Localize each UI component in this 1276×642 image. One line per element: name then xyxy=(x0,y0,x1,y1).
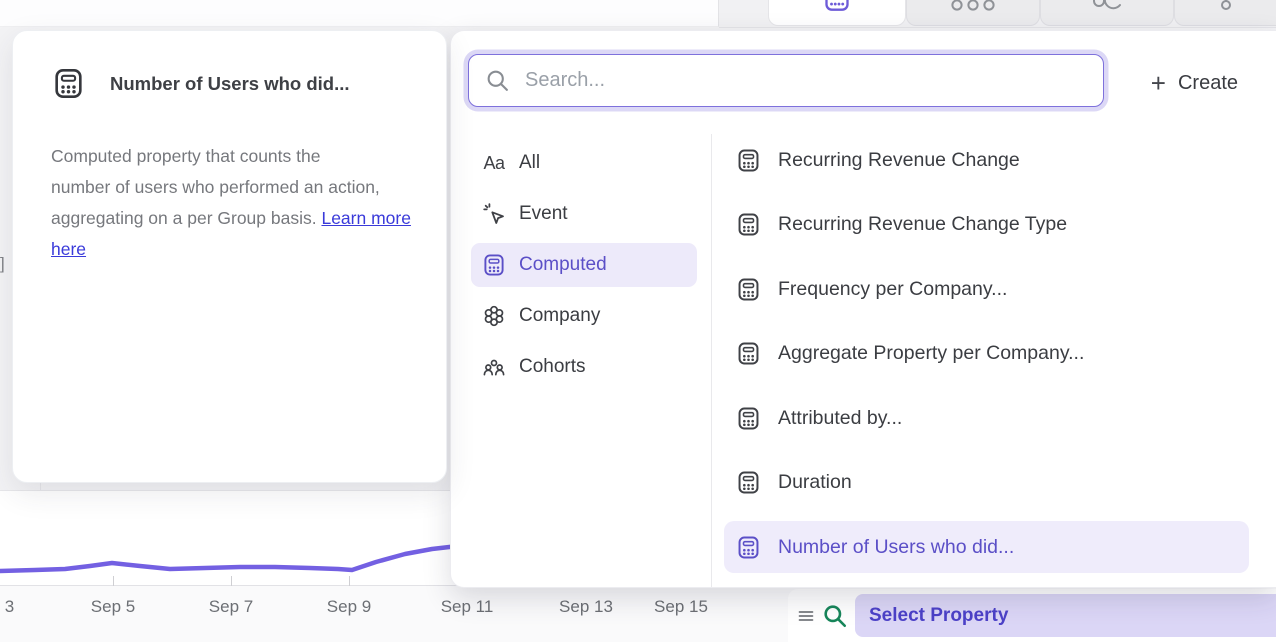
insights-report-icon xyxy=(823,0,851,12)
calculator-icon xyxy=(736,212,761,237)
axis-tick xyxy=(349,576,350,586)
x-axis-label: Sep 15 xyxy=(654,597,708,617)
x-axis-label: Sep 11 xyxy=(441,597,494,617)
retention-report-icon xyxy=(1090,0,1124,12)
background-card-top xyxy=(0,0,719,27)
report-tabs xyxy=(719,0,1276,28)
category-label: Event xyxy=(519,203,568,225)
category-all[interactable]: Aa All xyxy=(471,141,697,185)
property-tooltip-card: Number of Users who did... Computed prop… xyxy=(12,30,447,483)
description-text: number of users who performed an action, xyxy=(51,172,429,203)
property-item-label: Number of Users who did... xyxy=(778,536,1014,559)
category-label: All xyxy=(519,152,540,174)
category-list: Aa All Event xyxy=(471,141,697,396)
search-icon xyxy=(822,603,848,629)
flows-report-icon xyxy=(1212,0,1240,12)
screen: Sep 3 Sep 5 Sep 7 Sep 9 Sep 11 Sep 13 Se… xyxy=(0,0,1276,642)
select-property-label: Select Property xyxy=(869,605,1008,627)
property-picker-panel: + Create Aa All Event xyxy=(450,30,1276,588)
company-cluster-icon xyxy=(482,304,506,328)
panel-divider xyxy=(711,134,712,587)
category-event[interactable]: Event xyxy=(471,192,697,236)
calculator-icon xyxy=(736,341,761,366)
x-axis-label: Sep 13 xyxy=(559,597,613,617)
category-label: Company xyxy=(519,305,600,327)
search-input[interactable] xyxy=(523,68,1087,93)
category-computed[interactable]: Computed xyxy=(471,243,697,287)
tab-insights[interactable] xyxy=(768,0,906,26)
property-item-selected[interactable]: Number of Users who did... xyxy=(724,521,1249,573)
property-item-label: Aggregate Property per Company... xyxy=(778,342,1084,365)
property-item-label: Attributed by... xyxy=(778,407,902,430)
tooltip-description: Computed property that counts the number… xyxy=(51,141,429,265)
select-property-button[interactable]: Select Property xyxy=(855,594,1276,637)
x-axis-label: Sep 7 xyxy=(209,597,253,617)
property-item[interactable]: Recurring Revenue Change Type xyxy=(724,199,1249,251)
category-label: Cohorts xyxy=(519,356,586,378)
picker-search-box xyxy=(468,54,1104,107)
calculator-icon xyxy=(52,67,85,100)
calculator-icon xyxy=(736,406,761,431)
axis-tick xyxy=(113,576,114,586)
description-text: aggregating on a per Group basis. xyxy=(51,208,317,228)
property-item-label: Recurring Revenue Change Type xyxy=(778,213,1067,236)
calculator-icon xyxy=(736,470,761,495)
tab-funnels[interactable] xyxy=(906,0,1040,26)
text-format-icon: Aa xyxy=(483,153,504,174)
property-item-label: Frequency per Company... xyxy=(778,278,1007,301)
plus-icon: + xyxy=(1151,71,1166,95)
category-label: Computed xyxy=(519,254,607,276)
property-item[interactable]: Attributed by... xyxy=(724,392,1249,444)
property-item[interactable]: Duration xyxy=(724,457,1249,509)
create-button[interactable]: + Create xyxy=(1151,71,1238,95)
property-item-label: Duration xyxy=(778,471,852,494)
funnels-report-icon xyxy=(950,0,996,12)
search-icon xyxy=(485,68,510,93)
calculator-icon xyxy=(736,535,761,560)
calculator-icon xyxy=(482,253,506,277)
calculator-icon xyxy=(736,148,761,173)
property-item[interactable]: Recurring Revenue Change xyxy=(724,134,1249,186)
axis-tick xyxy=(231,576,232,586)
tooltip-header: Number of Users who did... xyxy=(13,31,446,100)
category-company[interactable]: Company xyxy=(471,294,697,338)
calculator-icon xyxy=(736,277,761,302)
create-button-label: Create xyxy=(1178,72,1238,95)
x-axis-label: Sep 3 xyxy=(0,597,14,617)
property-list: Recurring Revenue Change Recurring Reven… xyxy=(724,134,1249,586)
category-cohorts[interactable]: Cohorts xyxy=(471,345,697,389)
property-item[interactable]: Frequency per Company... xyxy=(724,263,1249,315)
x-axis-label: Sep 5 xyxy=(91,597,135,617)
property-item[interactable]: Aggregate Property per Company... xyxy=(724,328,1249,380)
clipped-background-text: ] xyxy=(0,254,5,274)
x-axis-label: Sep 9 xyxy=(327,597,371,617)
event-click-icon xyxy=(482,202,506,226)
property-item-label: Recurring Revenue Change xyxy=(778,149,1020,172)
tooltip-title: Number of Users who did... xyxy=(110,73,350,95)
description-text: Computed property that counts the xyxy=(51,141,429,172)
cohorts-people-icon xyxy=(482,355,506,379)
tab-flows[interactable] xyxy=(1174,0,1276,26)
drag-handle-icon[interactable] xyxy=(797,607,815,625)
property-select-row: Select Property xyxy=(788,589,1276,642)
tab-retention[interactable] xyxy=(1040,0,1174,26)
